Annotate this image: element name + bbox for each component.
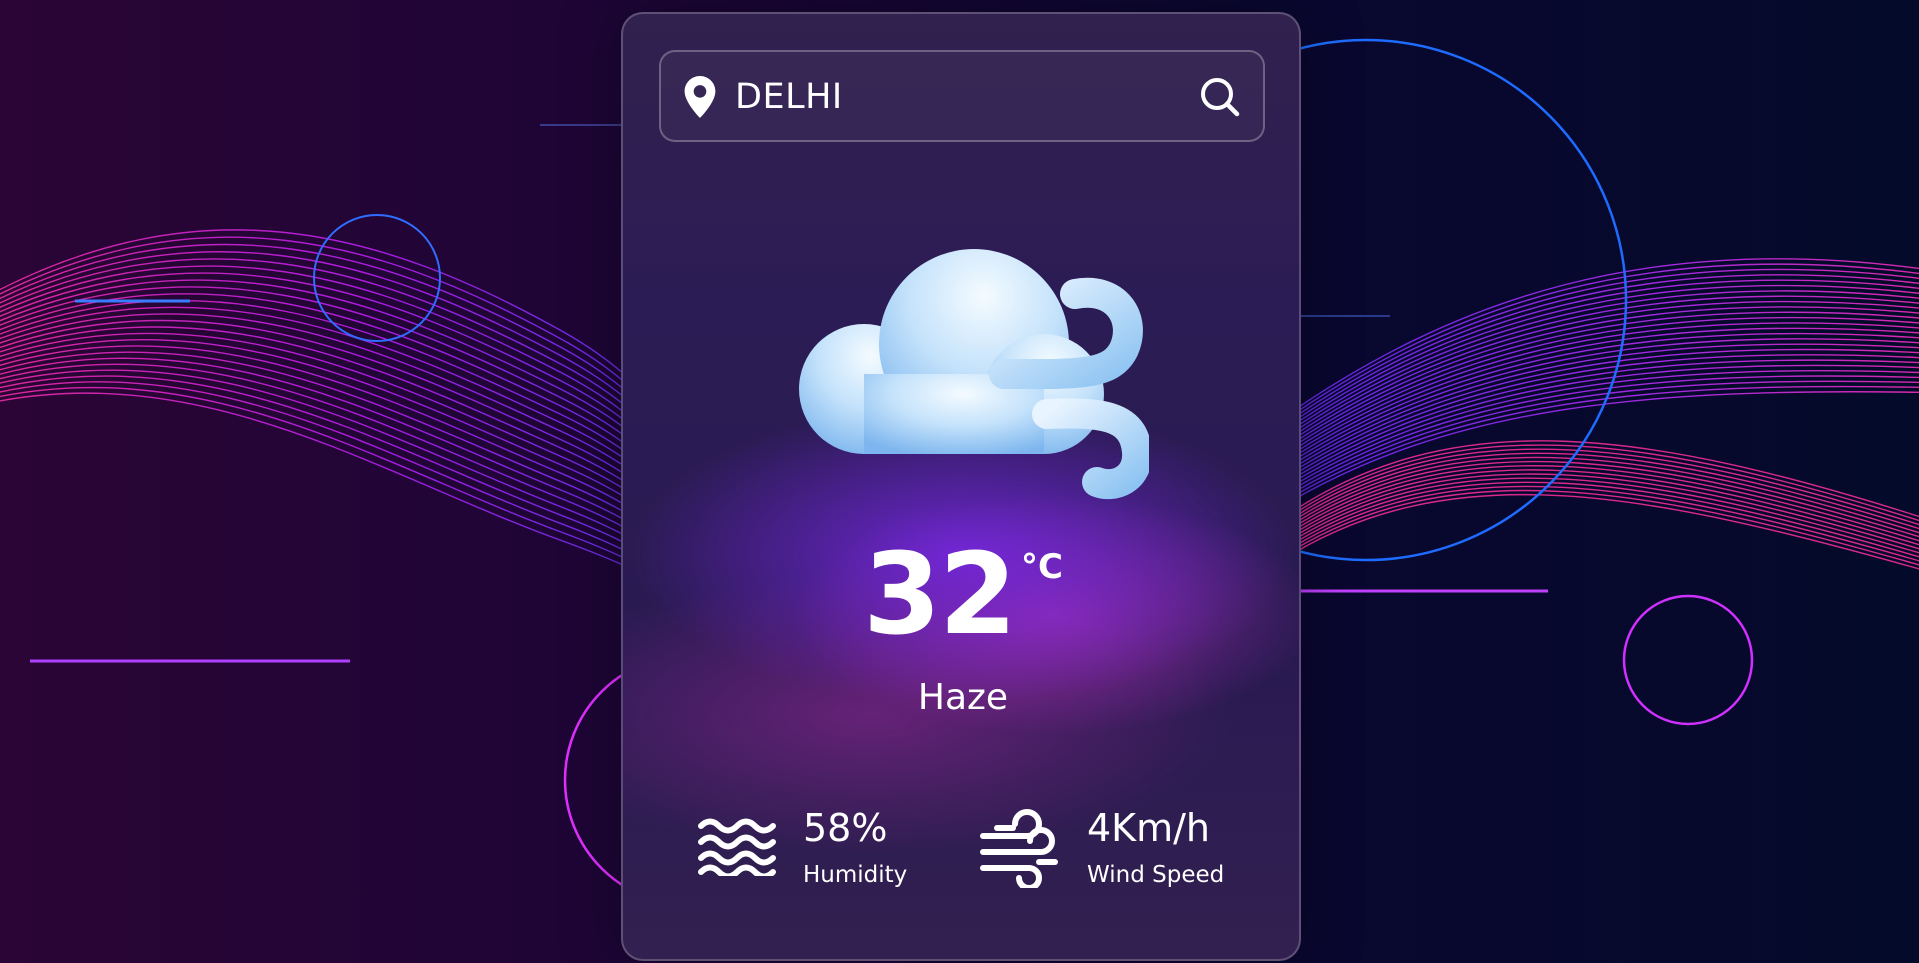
search-icon <box>1201 78 1240 117</box>
search-bar <box>659 50 1265 142</box>
wind-speed-label: Wind Speed <box>1087 862 1225 888</box>
weather-condition: Haze <box>917 677 1009 718</box>
humidity-value: 58% <box>803 806 888 850</box>
wind-icon <box>980 809 1058 888</box>
search-button[interactable] <box>1195 72 1245 122</box>
cloud-wind-icon <box>799 249 1149 500</box>
temperature: 32 °C <box>623 539 1299 651</box>
decor-ring <box>313 214 441 342</box>
map-pin-icon <box>684 76 716 118</box>
temperature-value: 32 <box>863 530 1017 660</box>
wave-line <box>1279 274 1919 432</box>
weather-card: 32°C Haze 58% Humidity 4Km/h Wind Speed <box>621 12 1301 961</box>
humidity-stat: 58% Humidity <box>697 804 937 904</box>
humidity-label: Humidity <box>803 862 908 888</box>
wind-speed-value: 4Km/h <box>1087 806 1210 850</box>
waves-icon <box>698 818 776 876</box>
wind-stat: 4Km/h Wind Speed <box>979 804 1269 904</box>
wave-line <box>1279 279 1919 435</box>
decor-ring <box>1622 594 1754 726</box>
temperature-unit: °C <box>1020 547 1063 587</box>
city-search-input[interactable] <box>733 66 1177 128</box>
